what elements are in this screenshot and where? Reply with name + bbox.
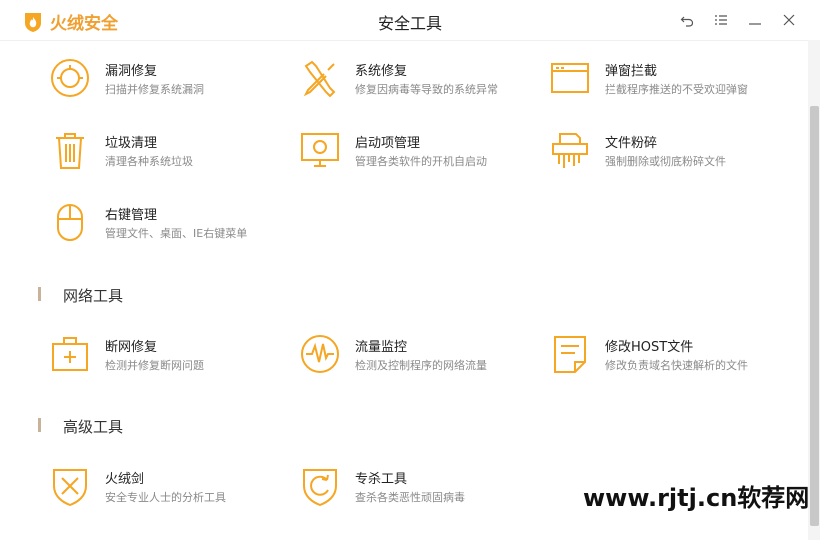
tool-file-shredder[interactable]: 文件粉碎 强制删除或彻底粉碎文件 bbox=[550, 130, 790, 186]
close-button[interactable] bbox=[772, 8, 806, 32]
tool-desc: 查杀各类恶性顽固病毒 bbox=[355, 491, 465, 504]
host-file-icon bbox=[550, 334, 590, 374]
title-bar: 火绒安全 安全工具 bbox=[0, 0, 820, 41]
tool-desc: 修改负责域名快速解析的文件 bbox=[605, 359, 748, 372]
tool-desc: 扫描并修复系统漏洞 bbox=[105, 83, 204, 96]
section-title: 高级工具 bbox=[63, 418, 124, 436]
tool-popup-block[interactable]: 弹窗拦截 拦截程序推送的不受欢迎弹窗 bbox=[550, 58, 790, 114]
tool-desc: 管理各类软件的开机自启动 bbox=[355, 155, 487, 168]
network-repair-icon bbox=[50, 334, 90, 374]
tool-desc: 检测并修复断网问题 bbox=[105, 359, 204, 372]
tool-name: 垃圾清理 bbox=[105, 136, 158, 151]
menu-button[interactable] bbox=[704, 8, 738, 32]
tool-startup-manager[interactable]: 启动项管理 管理各类软件的开机自启动 bbox=[300, 130, 540, 186]
popup-block-icon bbox=[550, 58, 590, 98]
tool-name: 修改HOST文件 bbox=[605, 340, 694, 355]
tool-name: 右键管理 bbox=[105, 208, 158, 223]
window-controls bbox=[670, 8, 806, 32]
close-icon bbox=[783, 14, 795, 26]
tool-name: 弹窗拦截 bbox=[605, 64, 658, 79]
section-bar bbox=[38, 287, 41, 301]
tool-network-repair[interactable]: 断网修复 检测并修复断网问题 bbox=[50, 334, 290, 390]
minimize-button[interactable] bbox=[738, 8, 772, 32]
tool-right-click-manager[interactable]: 右键管理 管理文件、桌面、IE右键菜单 bbox=[50, 202, 290, 258]
back-icon bbox=[680, 16, 694, 27]
traffic-monitor-icon bbox=[300, 334, 340, 374]
minimize-icon bbox=[749, 23, 761, 25]
tool-vulnerability-repair[interactable]: 漏洞修复 扫描并修复系统漏洞 bbox=[50, 58, 290, 114]
tool-host-file[interactable]: 修改HOST文件 修改负责域名快速解析的文件 bbox=[550, 334, 790, 390]
tool-name: 系统修复 bbox=[355, 64, 408, 79]
tool-virus-killer[interactable]: 专杀工具 查杀各类恶性顽固病毒 bbox=[300, 466, 540, 522]
tool-desc: 拦截程序推送的不受欢迎弹窗 bbox=[605, 83, 748, 96]
system-repair-icon bbox=[300, 58, 340, 98]
vulnerability-repair-icon bbox=[50, 58, 90, 98]
back-button[interactable] bbox=[670, 8, 704, 32]
tool-desc: 清理各种系统垃圾 bbox=[105, 155, 193, 168]
tool-desc: 检测及控制程序的网络流量 bbox=[355, 359, 487, 372]
tool-desc: 修复因病毒等导致的系统异常 bbox=[355, 83, 498, 96]
tool-desc: 安全专业人士的分析工具 bbox=[105, 491, 226, 504]
section-title: 网络工具 bbox=[63, 287, 124, 305]
tool-traffic-monitor[interactable]: 流量监控 检测及控制程序的网络流量 bbox=[300, 334, 540, 390]
tool-desc: 管理文件、桌面、IE右键菜单 bbox=[105, 227, 248, 240]
startup-manager-icon bbox=[300, 130, 340, 170]
tool-name: 专杀工具 bbox=[355, 472, 408, 487]
tool-system-repair[interactable]: 系统修复 修复因病毒等导致的系统异常 bbox=[300, 58, 540, 114]
tool-name: 漏洞修复 bbox=[105, 64, 158, 79]
tool-name: 文件粉碎 bbox=[605, 136, 658, 151]
section-bar bbox=[38, 418, 41, 432]
tool-name: 启动项管理 bbox=[355, 136, 421, 151]
mouse-icon bbox=[50, 202, 90, 242]
tool-trash-cleanup[interactable]: 垃圾清理 清理各种系统垃圾 bbox=[50, 130, 290, 186]
file-shredder-icon bbox=[550, 130, 590, 170]
huorong-sword-icon bbox=[50, 466, 90, 507]
virus-killer-icon bbox=[300, 466, 340, 507]
tool-name: 断网修复 bbox=[105, 340, 158, 355]
tool-name: 流量监控 bbox=[355, 340, 408, 355]
scrollbar-thumb[interactable] bbox=[810, 106, 819, 526]
tool-huorong-sword[interactable]: 火绒剑 安全专业人士的分析工具 bbox=[50, 466, 290, 522]
menu-icon bbox=[715, 15, 727, 25]
watermark-text: www.rjtj.cn软荐网 bbox=[583, 484, 810, 512]
tool-desc: 强制删除或彻底粉碎文件 bbox=[605, 155, 726, 168]
trash-icon bbox=[50, 130, 90, 170]
tool-name: 火绒剑 bbox=[105, 472, 145, 487]
